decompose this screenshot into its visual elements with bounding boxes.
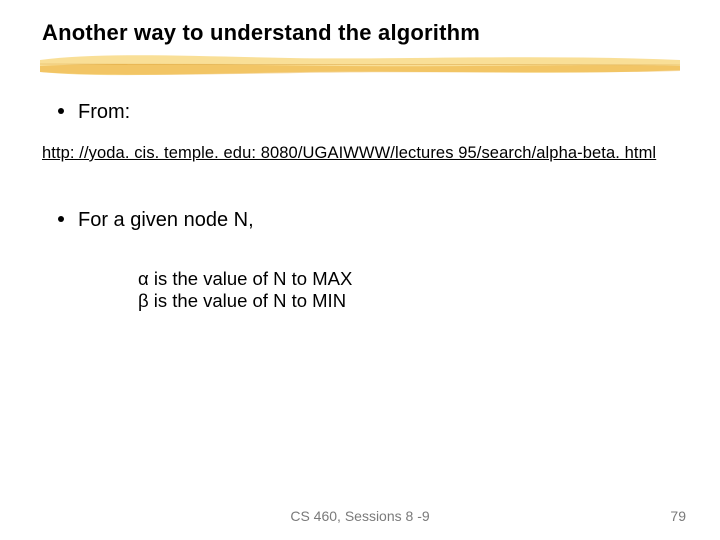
bullet-node-text: For a given node N,	[78, 209, 254, 231]
underline-brush	[40, 52, 680, 78]
bullet-dot-icon	[58, 216, 64, 222]
sub-beta: β is the value of N to MIN	[138, 290, 346, 312]
bullet-from: From:	[58, 100, 130, 124]
footer-course: CS 460, Sessions 8 -9	[0, 508, 720, 524]
source-url: http: //yoda. cis. temple. edu: 8080/UGA…	[42, 144, 656, 163]
slide-title: Another way to understand the algorithm	[42, 20, 480, 46]
sub-alpha: α is the value of N to MAX	[138, 268, 352, 290]
bullet-node: For a given node N,	[58, 208, 254, 232]
slide: Another way to understand the algorithm …	[0, 0, 720, 540]
footer-page-number: 79	[670, 508, 686, 524]
bullet-from-text: From:	[78, 101, 130, 123]
bullet-dot-icon	[58, 108, 64, 114]
